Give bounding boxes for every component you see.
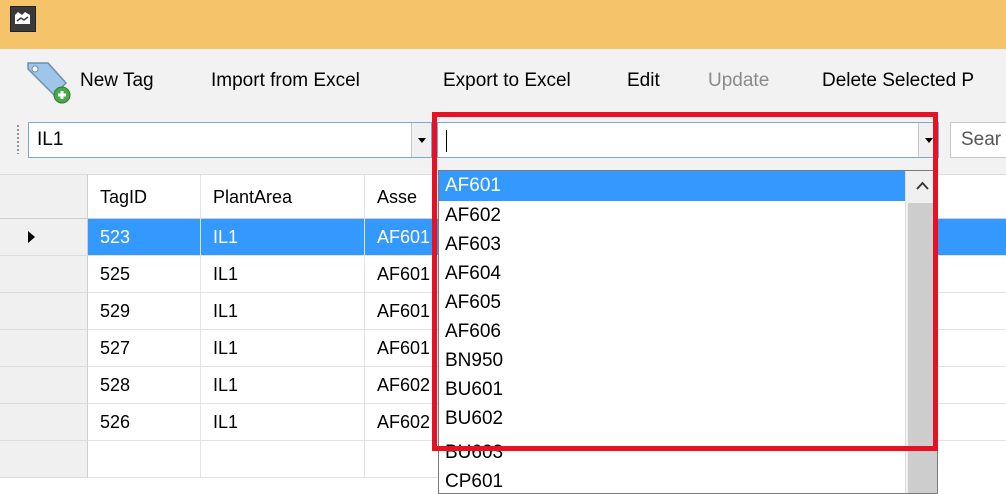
app-icon[interactable] (10, 6, 36, 32)
cell-plantarea[interactable]: IL1 (201, 293, 365, 330)
dropdown-option[interactable]: CP601 (439, 467, 905, 493)
chevron-down-icon[interactable] (411, 123, 431, 157)
export-excel-button[interactable]: Export to Excel (443, 69, 571, 93)
edit-button[interactable]: Edit (627, 69, 660, 93)
plant-area-value: IL1 (37, 129, 64, 150)
row-header[interactable] (0, 441, 88, 478)
cell-tagid[interactable]: 525 (88, 256, 201, 293)
row-fill (938, 293, 1006, 330)
row-header[interactable] (0, 293, 88, 330)
scrollbar-thumb[interactable] (908, 203, 937, 493)
column-header-tagid[interactable]: TagID (88, 175, 201, 219)
column-header-plantarea[interactable]: PlantArea (201, 175, 365, 219)
filter-toolbar: IL1 Sear (0, 111, 1006, 175)
row-fill (938, 330, 1006, 367)
cell-plantarea[interactable]: IL1 (201, 367, 365, 404)
update-button[interactable]: Update (708, 69, 769, 93)
chevron-down-icon[interactable] (918, 123, 938, 157)
cell-tagid[interactable]: 523 (88, 219, 201, 256)
toolbar: New Tag Import from Excel Export to Exce… (0, 49, 1006, 111)
search-placeholder: Sear (961, 129, 1002, 150)
cell-tagid[interactable]: 528 (88, 367, 201, 404)
toolbar-grip-icon[interactable] (16, 124, 20, 154)
dropdown-option[interactable]: AF604 (439, 259, 905, 289)
plant-area-combobox[interactable]: IL1 (28, 122, 432, 158)
dropdown-option[interactable]: AF602 (439, 201, 905, 231)
dropdown-option[interactable]: AF606 (439, 317, 905, 347)
dropdown-option[interactable]: AF601 (439, 171, 905, 201)
row-header[interactable] (0, 256, 88, 293)
dropdown-option[interactable]: BU601 (439, 375, 905, 405)
cell-plantarea[interactable]: IL1 (201, 330, 365, 367)
cell-tagid[interactable]: 526 (88, 404, 201, 441)
cell-plantarea[interactable] (201, 441, 365, 478)
import-excel-button[interactable]: Import from Excel (211, 69, 360, 93)
row-fill (938, 256, 1006, 293)
row-header[interactable] (0, 330, 88, 367)
dropdown-option[interactable]: BN950 (439, 346, 905, 376)
tag-add-icon[interactable] (22, 57, 76, 105)
row-fill (938, 404, 1006, 441)
dropdown-option[interactable]: BU603 (439, 438, 905, 468)
row-fill (938, 367, 1006, 404)
cell-plantarea[interactable]: IL1 (201, 404, 365, 441)
new-tag-button[interactable]: New Tag (80, 69, 154, 93)
cell-tagid[interactable]: 527 (88, 330, 201, 367)
dropdown-option[interactable]: AF605 (439, 288, 905, 318)
title-bar (0, 0, 1006, 49)
cell-tagid[interactable] (88, 441, 201, 478)
dropdown-scrollbar[interactable] (905, 171, 937, 493)
asset-dropdown-list[interactable]: AF601 AF602 AF603 AF604 AF605 AF606 BN95… (438, 170, 938, 494)
row-pointer-icon (28, 231, 35, 243)
cell-plantarea[interactable]: IL1 (201, 256, 365, 293)
row-header[interactable] (0, 367, 88, 404)
chevron-up-icon[interactable] (906, 171, 937, 201)
cell-plantarea[interactable]: IL1 (201, 219, 365, 256)
search-input[interactable]: Sear (950, 122, 1006, 158)
cell-tagid[interactable]: 529 (88, 293, 201, 330)
text-caret (446, 130, 447, 152)
grid-corner-header[interactable] (0, 175, 88, 219)
dropdown-option[interactable]: AF603 (439, 230, 905, 260)
asset-combobox[interactable] (437, 122, 939, 158)
row-fill (938, 219, 1006, 256)
row-header[interactable] (0, 219, 88, 256)
delete-selected-button[interactable]: Delete Selected P (822, 69, 974, 93)
dropdown-option[interactable]: BU602 (439, 404, 905, 434)
row-header[interactable] (0, 404, 88, 441)
